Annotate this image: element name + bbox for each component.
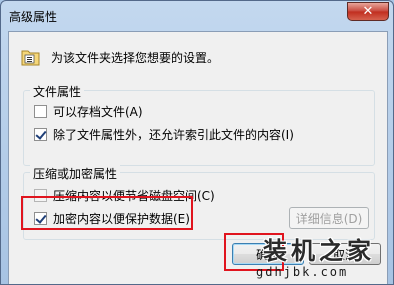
compress-option[interactable]: 压缩内容以便节省磁盘空间(C) bbox=[34, 187, 215, 204]
index-checkbox[interactable] bbox=[34, 128, 47, 141]
compress-encrypt-group: 压缩或加密属性 压缩内容以便节省磁盘空间(C) 加密内容以便保护数据(E) 详细… bbox=[23, 165, 375, 240]
index-option[interactable]: 除了文件属性外，还允许索引此文件的内容(I) bbox=[34, 126, 294, 143]
compress-encrypt-group-title: 压缩或加密属性 bbox=[30, 165, 121, 182]
encrypt-checkbox[interactable] bbox=[34, 212, 47, 225]
archive-option[interactable]: 可以存档文件(A) bbox=[34, 103, 143, 120]
advanced-attributes-dialog: 高级属性 ✕ 为该文件夹选择您想要的设置。 文件属性 可以存档文件(A) 除了文… bbox=[0, 0, 394, 285]
compress-checkbox[interactable] bbox=[34, 189, 47, 202]
details-button[interactable]: 详细信息(D) bbox=[289, 207, 369, 229]
compress-label: 压缩内容以便节省磁盘空间(C) bbox=[53, 189, 215, 203]
watermark-url: gdhjbk.com bbox=[256, 265, 349, 279]
index-label: 除了文件属性外，还允许索引此文件的内容(I) bbox=[53, 128, 294, 142]
watermark-logo: 装机之家 bbox=[263, 237, 375, 265]
title-bar[interactable]: 高级属性 ✕ bbox=[1, 1, 393, 31]
window-title: 高级属性 bbox=[9, 10, 58, 24]
dialog-description: 为该文件夹选择您想要的设置。 bbox=[51, 50, 220, 65]
archive-checkbox[interactable] bbox=[34, 105, 47, 118]
close-icon: ✕ bbox=[362, 4, 374, 19]
archive-label: 可以存档文件(A) bbox=[53, 105, 143, 119]
encrypt-label: 加密内容以便保护数据(E) bbox=[53, 212, 190, 226]
close-button[interactable]: ✕ bbox=[347, 2, 389, 21]
dialog-header: 为该文件夹选择您想要的设置。 bbox=[21, 46, 219, 68]
folder-properties-icon bbox=[21, 48, 41, 66]
file-attributes-group-title: 文件属性 bbox=[30, 83, 85, 100]
encrypt-option[interactable]: 加密内容以便保护数据(E) bbox=[34, 210, 190, 227]
file-attributes-group: 文件属性 可以存档文件(A) 除了文件属性外，还允许索引此文件的内容(I) bbox=[23, 83, 375, 166]
